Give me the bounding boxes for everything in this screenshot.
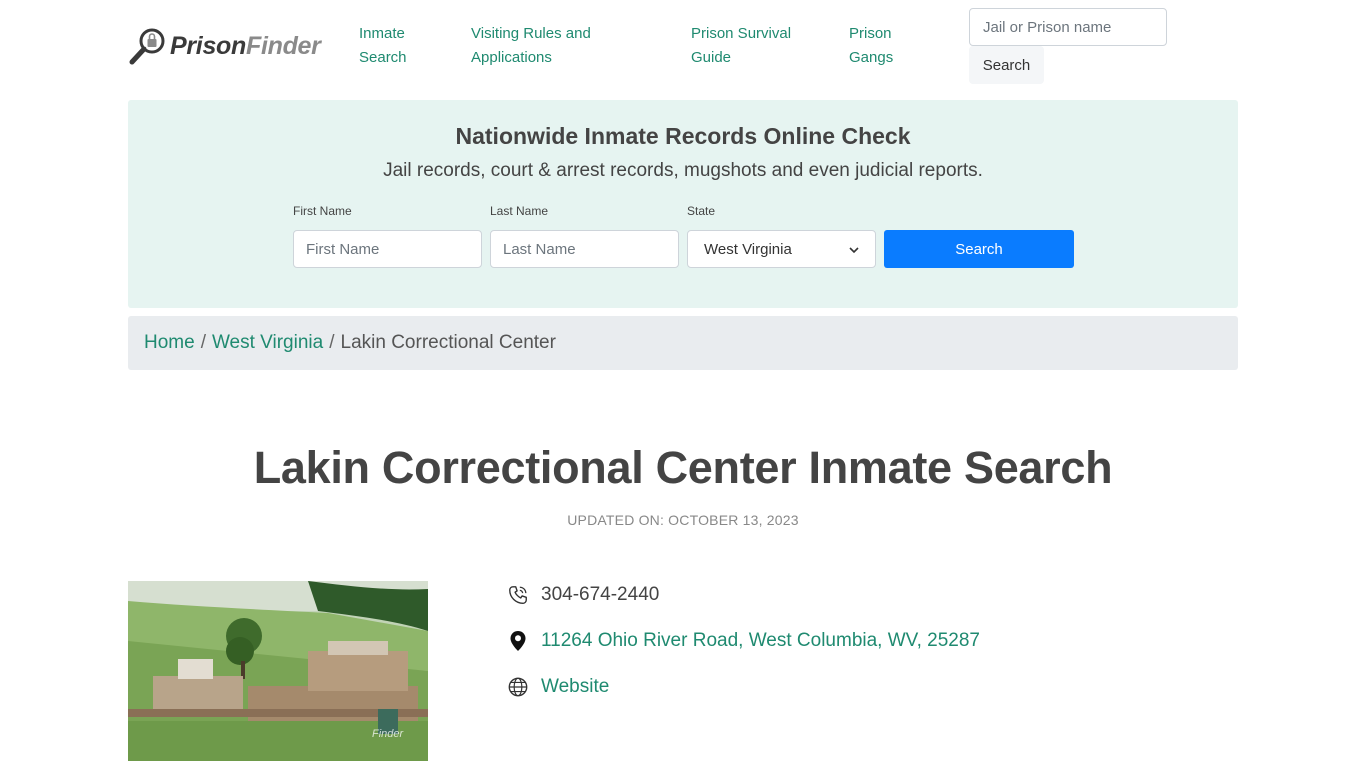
contact-phone: 304-674-2440 bbox=[506, 583, 659, 607]
prison-search-button[interactable]: Search bbox=[969, 46, 1044, 84]
state-label: State bbox=[687, 204, 716, 218]
inmate-records-search-panel: Nationwide Inmate Records Online Check J… bbox=[128, 100, 1238, 308]
nav-visiting-rules[interactable]: Visiting Rules and Applications bbox=[471, 22, 641, 70]
inmate-search-button[interactable]: Search bbox=[884, 230, 1074, 268]
map-pin-icon bbox=[506, 629, 530, 653]
photo-watermark: Finder bbox=[372, 728, 405, 740]
nav-inmate-search[interactable]: Inmate Search bbox=[359, 22, 439, 70]
prison-search-input[interactable] bbox=[969, 8, 1167, 46]
last-name-label: Last Name bbox=[490, 204, 549, 218]
nav-prison-survival-guide[interactable]: Prison Survival Guide bbox=[691, 22, 821, 70]
updated-date: UPDATED ON: OCTOBER 13, 2023 bbox=[567, 512, 799, 528]
breadcrumb-home[interactable]: Home bbox=[144, 332, 195, 354]
hero-subtitle: Jail records, court & arrest records, mu… bbox=[383, 160, 983, 181]
logo-text-prison: Prison bbox=[170, 31, 246, 60]
magnifier-lock-icon bbox=[128, 26, 168, 66]
breadcrumb: Home / West Virginia / Lakin Correctiona… bbox=[128, 316, 1238, 370]
site-logo[interactable]: PrisonFinder bbox=[128, 26, 321, 66]
breadcrumb-current: Lakin Correctional Center bbox=[340, 332, 556, 353]
nav-prison-gangs[interactable]: Prison Gangs bbox=[849, 22, 919, 70]
state-select[interactable]: West Virginia bbox=[687, 230, 876, 268]
address-link[interactable]: 11264 Ohio River Road, West Columbia, WV… bbox=[541, 630, 980, 652]
first-name-field[interactable] bbox=[293, 230, 482, 268]
contact-website: Website bbox=[506, 675, 609, 699]
site-header: PrisonFinder Inmate Search Visiting Rules… bbox=[0, 0, 1366, 92]
breadcrumb-state[interactable]: West Virginia bbox=[212, 332, 323, 354]
phone-icon bbox=[506, 583, 530, 607]
website-link[interactable]: Website bbox=[541, 676, 609, 698]
logo-text-finder: Finder bbox=[246, 31, 321, 60]
breadcrumb-separator: / bbox=[200, 332, 206, 353]
facility-photo: Finder bbox=[128, 581, 428, 761]
first-name-label: First Name bbox=[293, 204, 352, 218]
globe-icon bbox=[506, 675, 530, 699]
state-select-value: West Virginia bbox=[704, 240, 792, 258]
last-name-field[interactable] bbox=[490, 230, 679, 268]
chevron-down-icon bbox=[849, 241, 859, 258]
breadcrumb-separator: / bbox=[329, 332, 335, 353]
phone-number: 304-674-2440 bbox=[541, 584, 660, 605]
contact-address: 11264 Ohio River Road, West Columbia, WV… bbox=[506, 629, 980, 653]
hero-title: Nationwide Inmate Records Online Check bbox=[455, 123, 911, 149]
page-title: Lakin Correctional Center Inmate Search bbox=[253, 442, 1113, 493]
